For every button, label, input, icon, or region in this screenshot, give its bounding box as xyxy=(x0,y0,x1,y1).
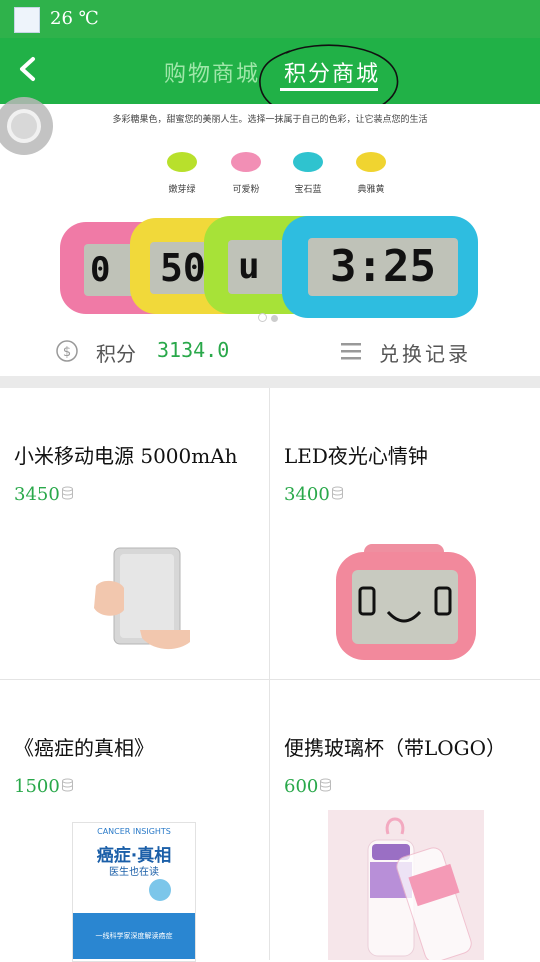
coin-stack-icon xyxy=(332,486,343,500)
assistive-touch-button[interactable] xyxy=(0,96,54,156)
temperature-readout: 26 ℃ xyxy=(50,8,99,29)
color-label: 可爱粉 xyxy=(232,185,260,195)
product-title: LED夜光心情钟 xyxy=(284,444,428,468)
product-price: 600 xyxy=(284,776,319,797)
points-coin-icon: $ xyxy=(56,340,78,362)
section-divider xyxy=(0,376,540,388)
clock-display: 3:25 xyxy=(308,238,458,296)
status-bar: 26 ℃ xyxy=(0,0,540,38)
coin-stack-icon xyxy=(62,486,73,500)
clock-blue: 3:25 xyxy=(282,216,478,318)
color-label: 宝石蓝 xyxy=(294,185,322,195)
grid-divider xyxy=(0,679,540,680)
exchange-history-link[interactable]: 兑换记录 xyxy=(379,338,471,367)
product-title: 《癌症的真相》 xyxy=(14,736,154,760)
color-swatch-pink xyxy=(231,152,261,172)
product-price: 1500 xyxy=(14,776,60,797)
tab-shopping-mall[interactable]: 购物商城 xyxy=(164,56,260,88)
list-icon[interactable] xyxy=(341,342,361,360)
grid-divider xyxy=(269,388,270,960)
mood-clock-image xyxy=(336,544,476,660)
product-price: 3400 xyxy=(284,484,330,505)
page-dot xyxy=(271,315,278,322)
coin-stack-icon xyxy=(62,778,73,792)
book-emblem xyxy=(149,879,171,901)
book-cover-bottom-text: 一线科学家深度解读癌症 xyxy=(95,932,173,940)
promo-banner[interactable]: 多彩糖果色，甜蜜您的美丽人生。选择一抹属于自己的色彩，让它装点您的生活 嫩芽绿 … xyxy=(0,104,540,326)
product-title: 便携玻璃杯（带LOGO） xyxy=(284,736,507,760)
color-swatch-yellow xyxy=(356,152,386,172)
banner-page-indicator xyxy=(258,307,282,326)
power-bank-image xyxy=(80,534,198,656)
coin-stack-icon xyxy=(320,778,331,792)
points-label: 积分 xyxy=(96,342,136,366)
points-balance: 3134.0 xyxy=(157,338,230,362)
glass-bottle-image xyxy=(328,810,484,960)
notification-icon xyxy=(14,7,40,33)
points-bar: $ 积分 3134.0 兑换记录 xyxy=(0,326,540,376)
back-arrow-icon[interactable] xyxy=(14,55,42,83)
color-label: 嫩芽绿 xyxy=(168,185,196,195)
page-dot-active xyxy=(258,313,267,322)
product-card[interactable]: LED夜光心情钟 3400 xyxy=(270,388,540,678)
product-card[interactable]: 《癌症的真相》 1500 CANCER INSIGHTS 癌症·真相 医生也在读… xyxy=(0,680,269,962)
svg-text:$: $ xyxy=(63,345,71,360)
color-swatch-green xyxy=(167,152,197,172)
app-header: 购物商城 积分商城 xyxy=(0,38,540,120)
color-label: 典雅黄 xyxy=(357,185,385,195)
product-card[interactable]: 小米移动电源 5000mAh 3450 xyxy=(0,388,269,678)
product-price: 3450 xyxy=(14,484,60,505)
product-card[interactable]: 便携玻璃杯（带LOGO） 600 xyxy=(270,680,540,960)
product-title: 小米移动电源 5000mAh xyxy=(14,444,238,468)
book-cover-subtitle: 医生也在读 xyxy=(109,867,159,878)
color-swatch-blue xyxy=(293,152,323,172)
banner-tagline: 多彩糖果色，甜蜜您的美丽人生。选择一抹属于自己的色彩，让它装点您的生活 xyxy=(112,115,428,125)
book-cover-top-text: CANCER INSIGHTS xyxy=(97,827,171,836)
book-cover-image: CANCER INSIGHTS 癌症·真相 医生也在读 一线科学家深度解读癌症 xyxy=(72,822,196,962)
